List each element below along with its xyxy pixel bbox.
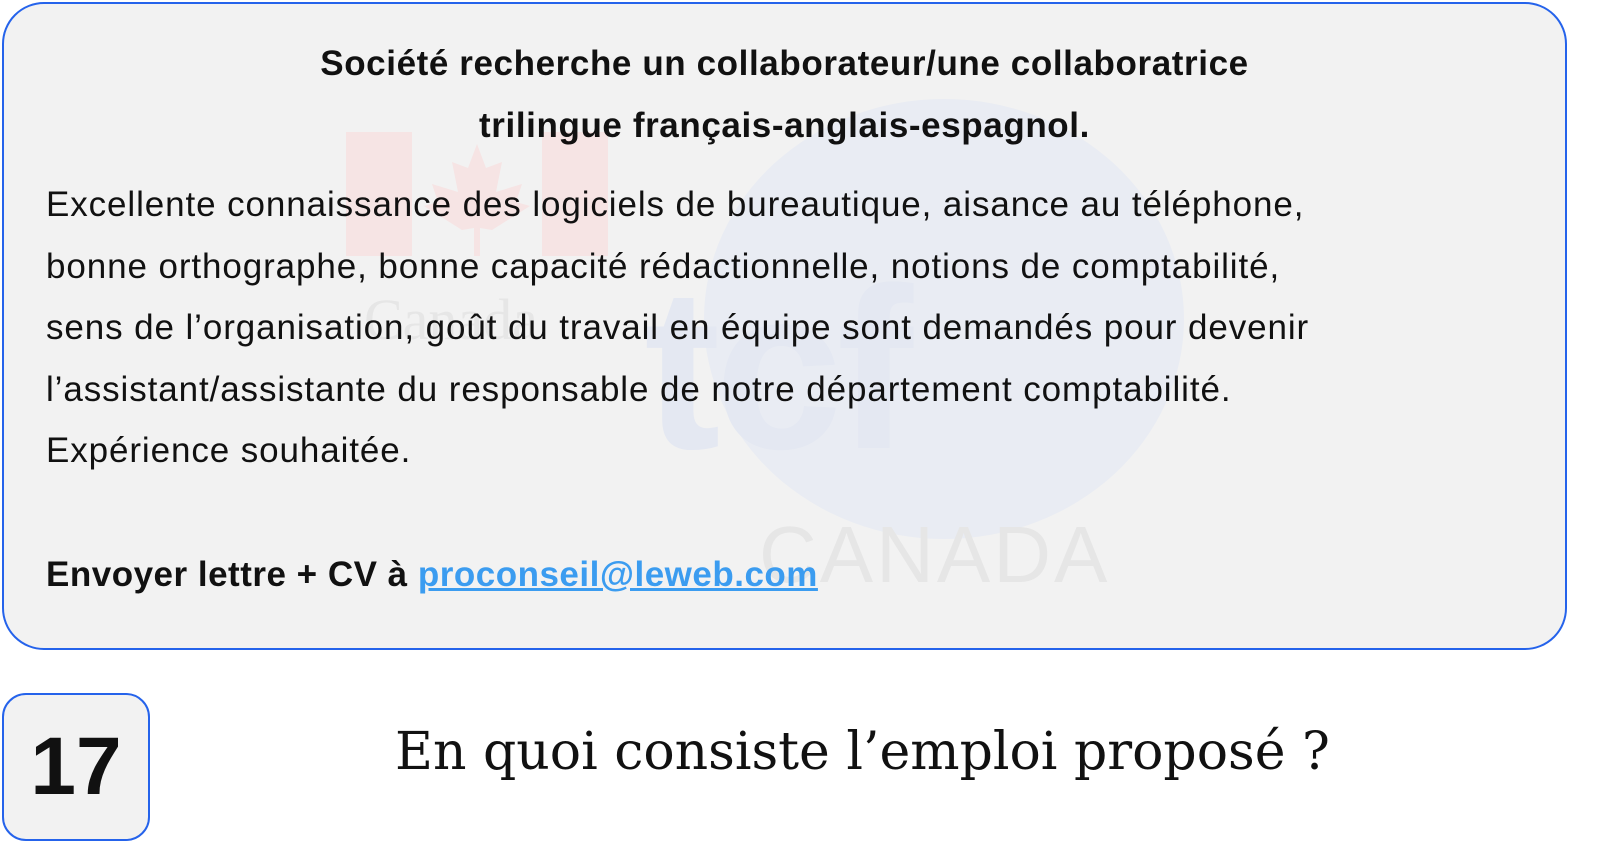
contact-prefix: Envoyer lettre + CV à	[46, 555, 418, 594]
job-ad-card: Canada tcf CANADA Société recherche un c…	[2, 2, 1567, 650]
tcf-logo-watermark: tcf	[644, 240, 913, 497]
ad-body-line: bonne orthographe, bonne capacité rédact…	[46, 247, 1281, 286]
ad-body-line: sens de l’organisation, goût du travail …	[46, 308, 1310, 347]
question-text: En quoi consiste l’emploi proposé ?	[395, 722, 1330, 782]
question-number-badge: 17	[2, 693, 150, 841]
ad-body-line: Excellente connaissance des logiciels de…	[46, 185, 1305, 224]
ad-body-line: Expérience souhaitée.	[46, 431, 412, 470]
ad-title-line-2: trilingue français-anglais-espagnol.	[479, 106, 1090, 145]
ad-body-line: l’assistant/assistante du responsable de…	[46, 370, 1232, 409]
email-link[interactable]: proconseil@leweb.com	[418, 555, 818, 594]
ad-title-line-1: Société recherche un collaborateur/une c…	[320, 44, 1249, 83]
contact-line: Envoyer lettre + CV à proconseil@leweb.c…	[46, 555, 818, 595]
